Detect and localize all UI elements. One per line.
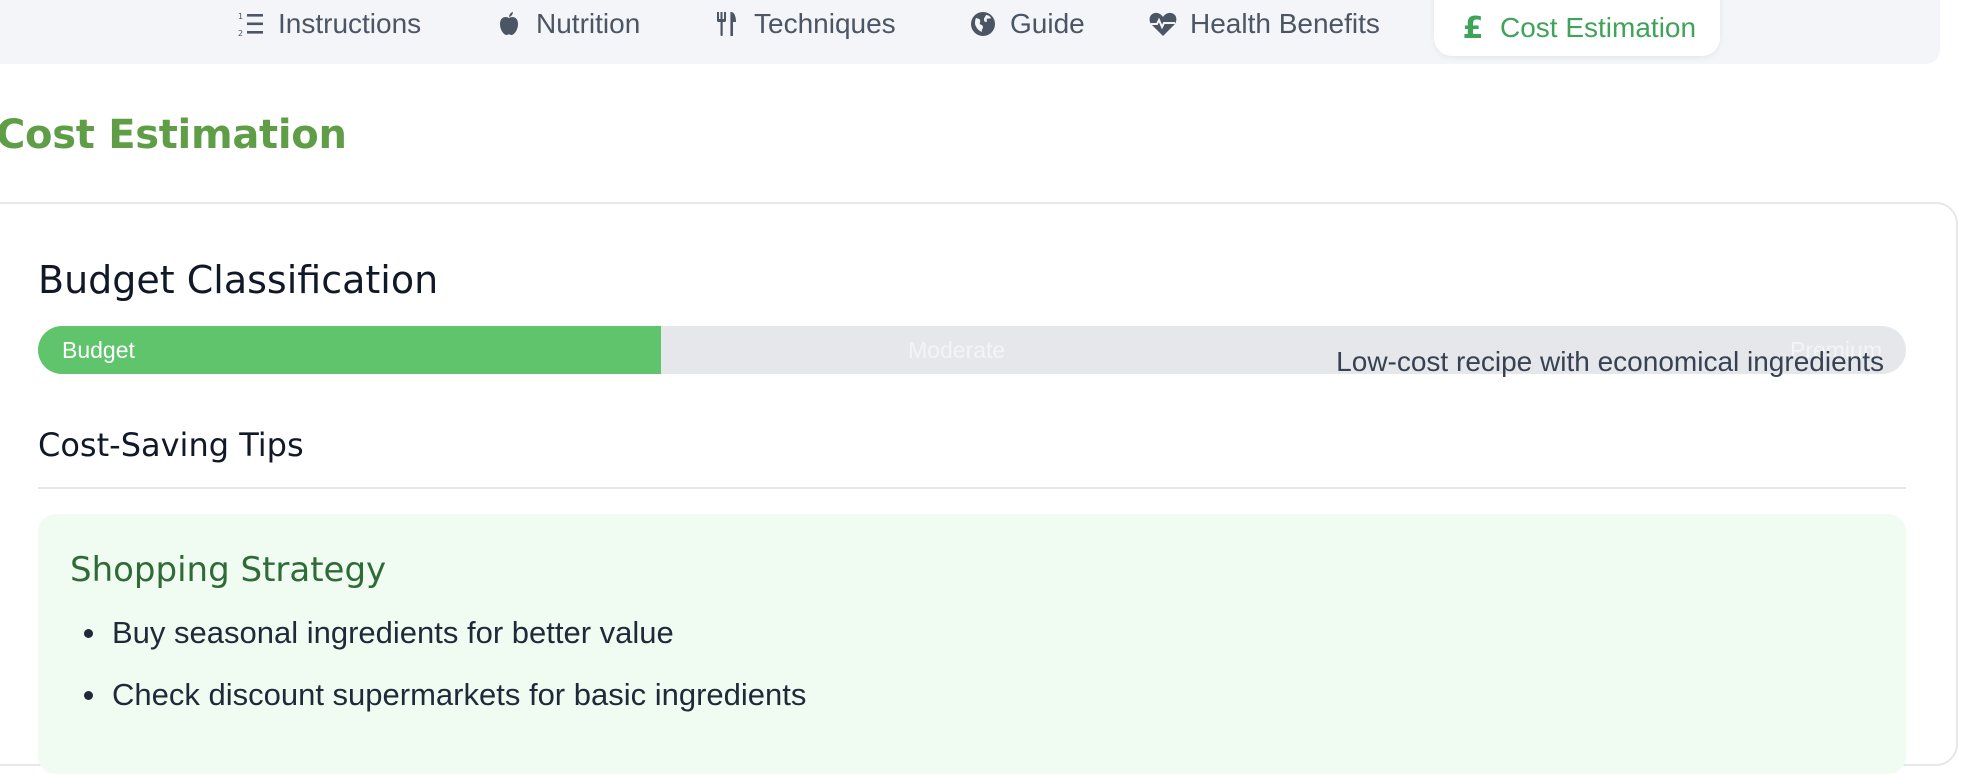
- divider: [38, 487, 1906, 489]
- tip-group-title: Shopping Strategy: [70, 550, 387, 590]
- budget-level-budget: Budget: [62, 337, 135, 363]
- tab-nutrition[interactable]: Nutrition: [494, 0, 640, 48]
- utensils-icon: [712, 9, 742, 39]
- tab-label: Techniques: [754, 8, 896, 39]
- tab-label: Instructions: [278, 8, 422, 39]
- tab-label: Health Benefits: [1190, 8, 1380, 39]
- tip-list: Buy seasonal ingredients for better valu…: [80, 612, 806, 736]
- svg-text:1: 1: [238, 12, 243, 21]
- page-title: Cost Estimation: [0, 112, 347, 158]
- tab-label: Cost Estimation: [1500, 12, 1697, 43]
- tab-techniques[interactable]: Techniques: [712, 0, 896, 48]
- apple-icon: [494, 9, 524, 39]
- tab-list: 12 Instructions Nutrition Techniques Gui…: [0, 0, 1976, 60]
- list-item: Buy seasonal ingredients for better valu…: [80, 612, 806, 674]
- globe-icon: [968, 9, 998, 39]
- svg-text:2: 2: [238, 29, 243, 38]
- tab-health-benefits[interactable]: Health Benefits: [1148, 0, 1380, 48]
- numbered-list-icon: 12: [236, 9, 266, 39]
- list-item: Check discount supermarkets for basic in…: [80, 674, 806, 736]
- tab-guide[interactable]: Guide: [968, 0, 1085, 48]
- budget-classification-heading: Budget Classification: [38, 258, 439, 302]
- tab-label: Nutrition: [536, 8, 641, 39]
- budget-level-moderate: Moderate: [908, 337, 1006, 363]
- pound-icon: £: [1462, 10, 1484, 46]
- budget-description: Low-cost recipe with economical ingredie…: [1336, 346, 1884, 377]
- tab-label: Guide: [1010, 8, 1085, 39]
- tab-instructions[interactable]: 12 Instructions: [236, 0, 421, 48]
- cost-saving-tips-heading: Cost-Saving Tips: [38, 426, 304, 464]
- heartbeat-icon: [1148, 9, 1178, 39]
- tab-cost-estimation[interactable]: £ Cost Estimation: [1434, 0, 1721, 56]
